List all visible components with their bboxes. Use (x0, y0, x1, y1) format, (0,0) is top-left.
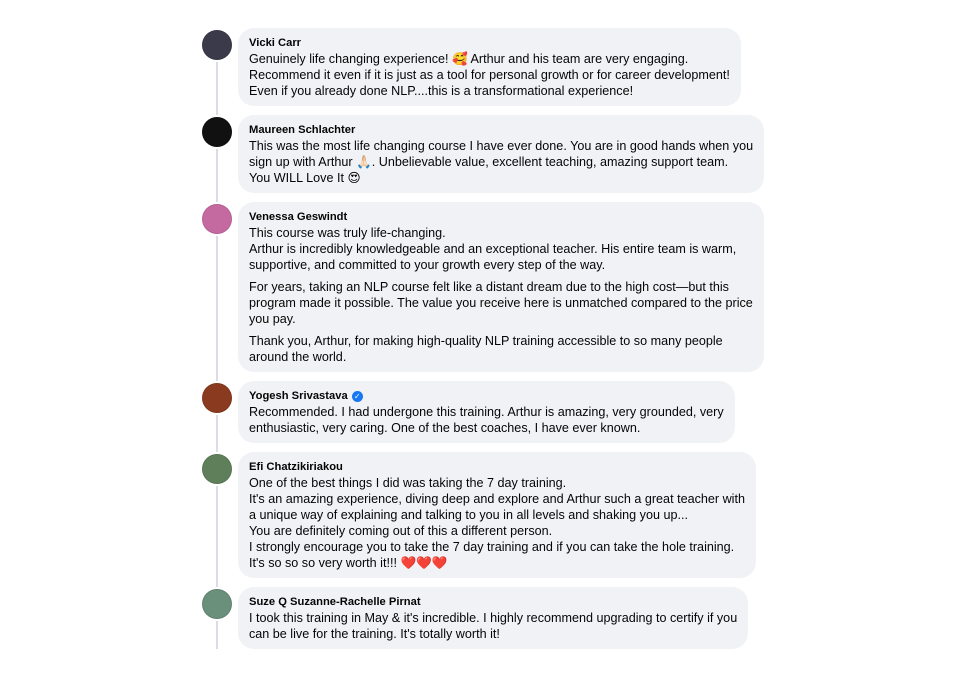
thread-rail (216, 621, 218, 649)
comment-bubble: Vicki Carr Genuinely life changing experi… (238, 28, 741, 106)
thread-rail (216, 486, 218, 587)
comment-item: Vicki Carr Genuinely life changing experi… (200, 28, 780, 115)
comment-item: Maureen Schlachter This was the most life… (200, 115, 780, 202)
comment-item: Venessa Geswindt This course was truly li… (200, 202, 780, 381)
comment-text: Recommended. I had undergone this traini… (249, 405, 724, 435)
comment-bubble: Venessa Geswindt This course was truly li… (238, 202, 764, 372)
avatar[interactable] (202, 30, 232, 60)
thread-rail (216, 236, 218, 381)
author-name[interactable]: Suze Q Suzanne-Rachelle Pirnat (249, 595, 421, 609)
avatar[interactable] (202, 204, 232, 234)
thread-rail (216, 415, 218, 452)
comment-bubble: Suze Q Suzanne-Rachelle Pirnat I took thi… (238, 587, 749, 649)
comment-text: This was the most life changing course I… (249, 139, 754, 185)
comment-item: Yogesh Srivastava ✓ Recommended. I had und… (200, 381, 780, 452)
comment-bubble: Yogesh Srivastava ✓ Recommended. I had und… (238, 381, 735, 443)
comment-bubble: Maureen Schlachter This was the most life… (238, 115, 765, 193)
comment-thread: Vicki Carr Genuinely life changing experi… (200, 28, 780, 658)
comment-text: Genuinely life changing experience! 🥰 Ar… (249, 52, 730, 98)
comment-item: Suze Q Suzanne-Rachelle Pirnat I took thi… (200, 587, 780, 649)
comment-author-link[interactable]: Vicki Carr (249, 36, 730, 50)
comment-text: Thank you, Arthur, for making high-quali… (249, 334, 723, 364)
comment-text: For years, taking an NLP course felt lik… (249, 280, 753, 326)
comment-author-link[interactable]: Venessa Geswindt (249, 210, 753, 224)
avatar[interactable] (202, 117, 232, 147)
comment-author-link[interactable]: Efi Chatzikiriakou (249, 460, 745, 474)
comment-text: I took this training in May & it's incre… (249, 611, 738, 641)
avatar[interactable] (202, 589, 232, 619)
avatar[interactable] (202, 454, 232, 484)
author-name[interactable]: Maureen Schlachter (249, 123, 355, 137)
author-name[interactable]: Vicki Carr (249, 36, 301, 50)
thread-rail (216, 149, 218, 202)
author-name[interactable]: Yogesh Srivastava (249, 389, 348, 403)
verified-badge-icon: ✓ (351, 390, 363, 402)
comment-author-link[interactable]: Yogesh Srivastava ✓ (249, 389, 724, 403)
author-name[interactable]: Efi Chatzikiriakou (249, 460, 343, 474)
comment-text: One of the best things I did was taking … (249, 476, 745, 570)
author-name[interactable]: Venessa Geswindt (249, 210, 347, 224)
comment-item: Efi Chatzikiriakou One of the best things… (200, 452, 780, 587)
comment-author-link[interactable]: Maureen Schlachter (249, 123, 753, 137)
thread-rail (216, 62, 218, 115)
comment-bubble: Efi Chatzikiriakou One of the best things… (238, 452, 756, 578)
avatar[interactable] (202, 383, 232, 413)
comment-text: This course was truly life-changing. Art… (249, 226, 737, 272)
comment-author-link[interactable]: Suze Q Suzanne-Rachelle Pirnat (249, 595, 737, 609)
